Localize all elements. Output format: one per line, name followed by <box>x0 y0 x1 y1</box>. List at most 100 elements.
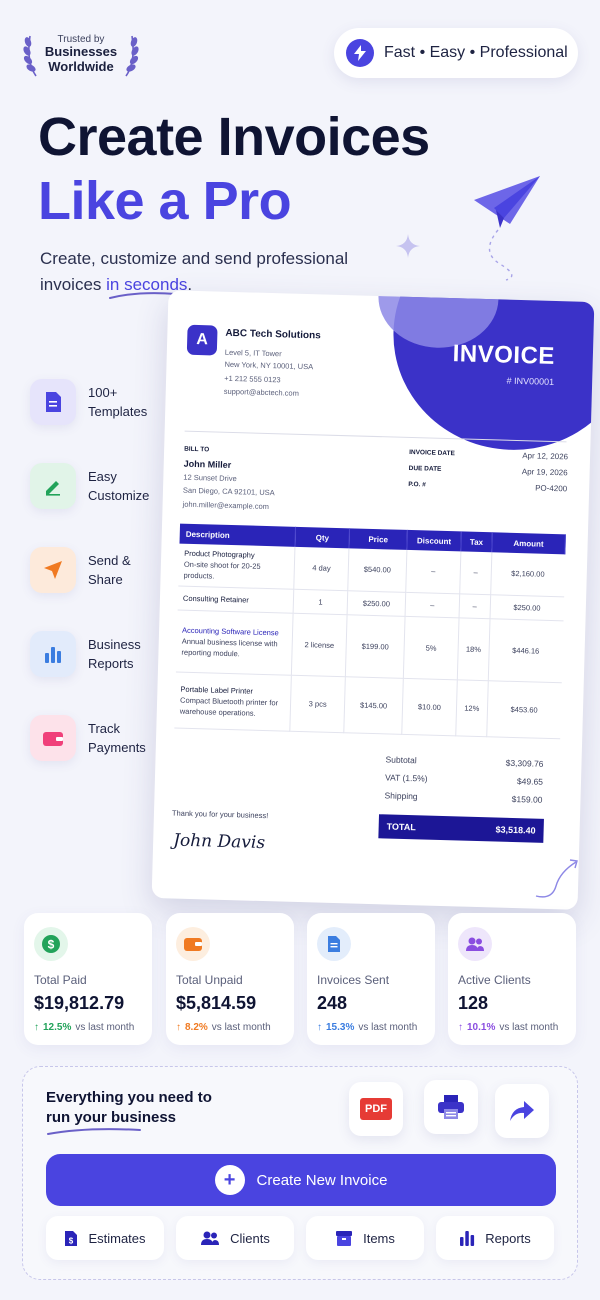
estimates-label: Estimates <box>88 1230 146 1246</box>
feature-label: Business Reports <box>88 637 141 671</box>
stat-value: 248 <box>317 993 348 1013</box>
estimates-button[interactable]: $ Estimates <box>46 1216 164 1260</box>
create-new-invoice-button[interactable]: + Create New Invoice <box>46 1154 556 1206</box>
subtotal-label: Subtotal <box>385 754 417 766</box>
hero-subtitle-line1: Create, customize and send professional <box>40 249 349 268</box>
pill-text: Fast • Easy • Professional <box>384 44 568 61</box>
stat-label: Active Clients <box>458 973 531 987</box>
item-discount: – <box>404 591 460 618</box>
company-name: ABC Tech Solutions <box>225 327 321 342</box>
feature-label: Send & Share <box>88 553 131 587</box>
printer-icon <box>438 1095 464 1119</box>
feature-customize: Easy Customize <box>30 458 170 514</box>
item-tax: – <box>458 593 491 619</box>
table-row: Accounting Software License Annual busine… <box>175 609 564 683</box>
feature-send: Send & Share <box>30 542 170 598</box>
tagline-pill: Fast • Easy • Professional <box>334 28 578 78</box>
stat-change: ↑ 8.2% vs last month <box>176 1022 284 1033</box>
item-amount: $453.60 <box>486 680 562 739</box>
invoice-title: INVOICE <box>452 340 556 370</box>
hero-subtitle: Create, customize and send professional … <box>40 246 400 298</box>
stat-card-invoices-sent[interactable]: Invoices Sent 248 ↑ 15.3% vs last month <box>307 913 435 1045</box>
feature-reports: Business Reports <box>30 626 170 682</box>
pdf-icon: PDF <box>360 1098 392 1120</box>
stat-suffix: vs last month <box>211 1022 271 1033</box>
items-button[interactable]: Items <box>306 1216 424 1260</box>
print-button[interactable] <box>424 1080 478 1134</box>
stat-card-total-paid[interactable]: $ Total Paid $19,812.79 ↑ 12.5% vs last … <box>24 913 152 1045</box>
items-label: Items <box>363 1230 395 1246</box>
feature-label: 100+ Templates <box>88 385 148 419</box>
company-logo: A <box>186 324 218 356</box>
users-icon <box>458 927 492 961</box>
businesses-text: Businesses <box>44 44 118 60</box>
item-price: $540.00 <box>347 548 407 592</box>
stat-change: ↑ 12.5% vs last month <box>34 1022 142 1033</box>
laurel-icon <box>23 35 37 77</box>
svg-text:$: $ <box>69 1236 74 1245</box>
bar-chart-icon <box>30 631 76 677</box>
feature-templates: 100+ Templates <box>30 374 170 430</box>
laurel-icon <box>125 35 139 77</box>
table-row: Portable Label Printer Compact Bluetooth … <box>174 671 562 739</box>
item-amount: $446.16 <box>488 618 564 683</box>
share-arrow-icon <box>510 1101 534 1121</box>
share-button[interactable] <box>495 1084 549 1138</box>
item-tax: 18% <box>457 617 490 681</box>
dollar-icon: $ <box>34 927 68 961</box>
tagline-line2: run your business <box>46 1109 177 1126</box>
item-description: Annual business license with reporting m… <box>181 636 278 658</box>
total-value: $3,518.40 <box>495 824 536 836</box>
stat-value: $5,814.59 <box>176 993 257 1013</box>
due-date: Apr 19, 2026 <box>521 467 568 478</box>
item-tax: 12% <box>455 679 489 737</box>
total-label: TOTAL <box>386 821 416 833</box>
feature-payments: Track Payments <box>30 710 170 766</box>
signature: John Davis <box>172 830 266 854</box>
invoice-preview: INVOICE # INV00001 A ABC Tech Solutions … <box>151 290 595 910</box>
clients-button[interactable]: Clients <box>176 1216 294 1260</box>
create-button-label: Create New Invoice <box>256 1171 388 1189</box>
client-address-1: 12 Sunset Drive <box>183 472 237 484</box>
invoice-date-label: INVOICE DATE <box>409 448 455 458</box>
client-address-2: San Diego, CA 92101, USA <box>182 485 275 498</box>
pdf-export-button[interactable]: PDF <box>349 1082 403 1136</box>
stat-pct: 15.3% <box>326 1022 355 1033</box>
hero-title-line2: Like a Pro <box>38 171 292 231</box>
invoice-date: Apr 12, 2026 <box>522 451 569 462</box>
dollar-doc-icon: $ <box>65 1230 78 1246</box>
hero-subtitle-line2: invoices <box>40 275 107 294</box>
reports-button[interactable]: Reports <box>436 1216 554 1260</box>
stat-label: Total Unpaid <box>176 973 243 987</box>
sparkle-icon <box>396 234 420 258</box>
column-header: Discount <box>406 529 462 552</box>
item-amount: $2,160.00 <box>490 552 565 597</box>
stat-value: $19,812.79 <box>34 993 125 1013</box>
company-email: support@abctech.com <box>223 386 300 398</box>
item-price: $145.00 <box>343 676 404 734</box>
bar-chart-icon <box>460 1231 475 1246</box>
company-address-1: Level 5, IT Tower <box>224 347 282 359</box>
clients-label: Clients <box>230 1230 270 1246</box>
line-items-table: Description Qty Price Discount Tax Amoun… <box>174 523 566 739</box>
item-amount: $250.00 <box>489 594 564 621</box>
item-discount: 5% <box>403 615 459 680</box>
client-name: John Miller <box>183 458 232 470</box>
item-qty: 4 day <box>293 546 350 591</box>
thank-you-note: Thank you for your business! <box>171 808 269 821</box>
stat-pct: 10.1% <box>467 1022 496 1033</box>
wallet-icon <box>30 715 76 761</box>
item-qty: 2 license <box>291 612 348 677</box>
po-number: PO-4200 <box>535 483 568 494</box>
feature-label: Track Payments <box>88 721 146 755</box>
item-price: $199.00 <box>345 614 405 678</box>
due-date-label: DUE DATE <box>408 464 442 473</box>
stat-suffix: vs last month <box>499 1022 559 1033</box>
arrow-up-icon: ↑ <box>458 1022 463 1033</box>
subtotal-value: $3,309.76 <box>505 757 544 769</box>
item-qty: 3 pcs <box>289 674 346 733</box>
stat-card-active-clients[interactable]: Active Clients 128 ↑ 10.1% vs last month <box>448 913 576 1045</box>
pencil-icon <box>30 463 76 509</box>
column-header: Amount <box>491 532 566 555</box>
stat-card-total-unpaid[interactable]: Total Unpaid $5,814.59 ↑ 8.2% vs last mo… <box>166 913 294 1045</box>
